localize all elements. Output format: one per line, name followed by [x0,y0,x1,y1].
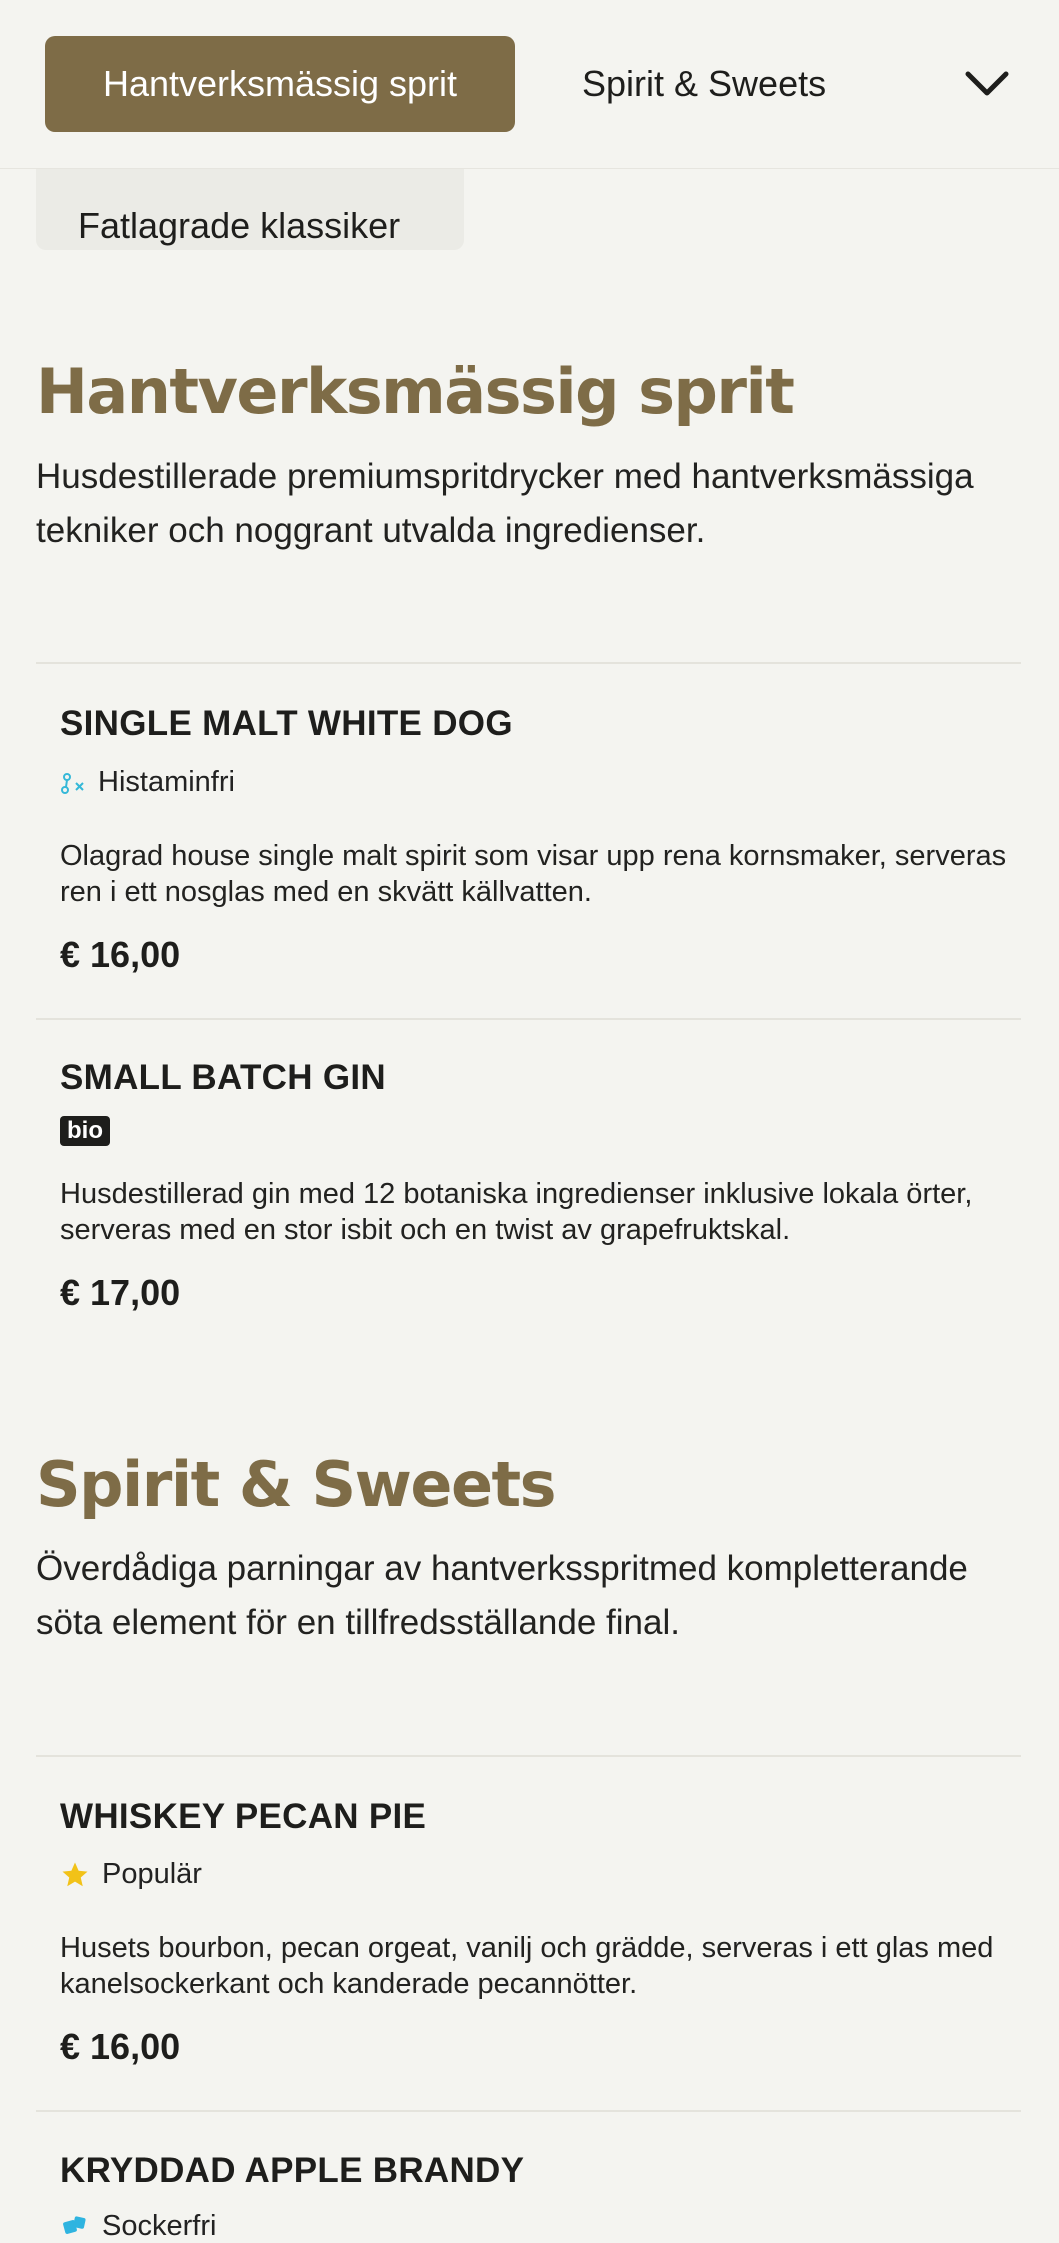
item-description: Olagrad house single malt spirit som vis… [60,840,1007,908]
star-icon [60,1860,90,1890]
bio-badge: bio [60,1116,110,1146]
section-description: Husdestillerade premiumspritdrycker med … [36,457,974,550]
category-nav: Hantverksmässig sprit Spirit & Sweets [0,0,1059,169]
item-price: € 16,00 [60,2026,181,2067]
item-description: Husdestillerad gin med 12 botaniska ingr… [60,1178,973,1246]
item-tag: Populär [60,1858,202,1891]
section-title: Hantverksmässig sprit [36,355,795,428]
item-price: € 17,00 [60,1272,181,1313]
divider [36,1755,1021,1757]
tab-spirit-and-sweets[interactable]: Spirit & Sweets [582,36,826,132]
item-name: KRYDDAD APPLE BRANDY [60,2151,525,2190]
section-title: Spirit & Sweets [36,1448,557,1521]
chevron-down-icon[interactable] [962,62,1012,106]
item-name: WHISKEY PECAN PIE [60,1797,427,1836]
tab-hantverksmassig-sprit[interactable]: Hantverksmässig sprit [45,36,515,132]
item-price: € 16,00 [60,934,181,975]
item-name: SMALL BATCH GIN [60,1058,386,1097]
item-name: SINGLE MALT WHITE DOG [60,704,513,743]
divider [36,662,1021,664]
section-description: Överdådiga parningar av hantverksspritme… [36,1549,968,1642]
tag-label: Histaminfri [98,766,235,798]
item-tag: Histaminfri [60,766,235,799]
item-description: Husets bourbon, pecan orgeat, vanilj och… [60,1932,994,2000]
tag-label: Populär [102,1858,202,1890]
sugar-free-icon [60,2213,90,2241]
histamine-free-icon [60,769,86,797]
divider [36,2110,1021,2112]
divider [36,1018,1021,1020]
tag-label: Sockerfri [102,2210,217,2242]
item-tag: Sockerfri [60,2210,216,2243]
